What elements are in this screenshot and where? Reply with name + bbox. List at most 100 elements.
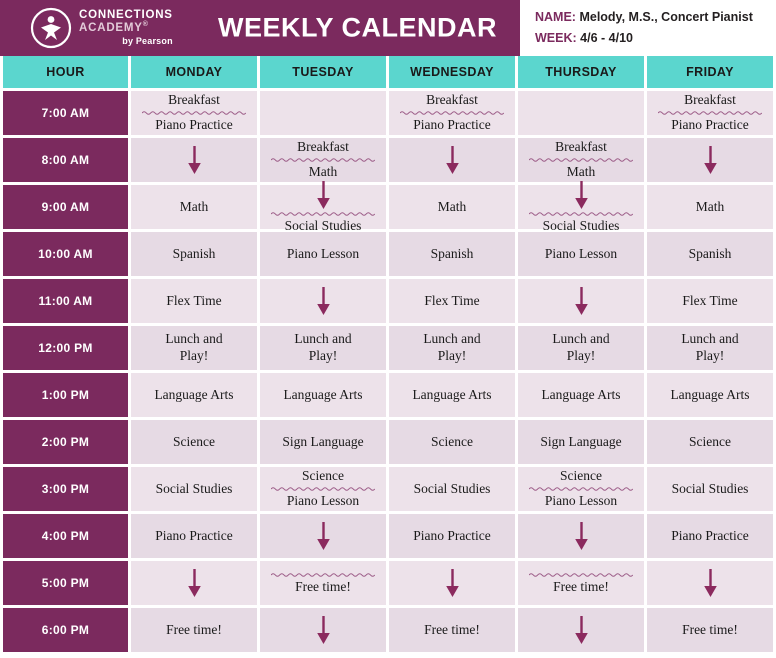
schedule-cell-friday[interactable]: Math [647, 185, 773, 229]
schedule-cell-thursday[interactable]: Science Piano Lesson [518, 467, 644, 511]
cell-content [389, 145, 515, 175]
schedule-cell-thursday[interactable] [518, 279, 644, 323]
cell-content: Spanish [131, 246, 257, 263]
schedule-cell-thursday[interactable]: Breakfast Math [518, 138, 644, 182]
registered-mark: ® [142, 21, 149, 29]
schedule-cell-tuesday[interactable]: Social Studies [260, 180, 386, 233]
schedule-cell-thursday[interactable]: Free time! [518, 561, 644, 605]
student-name-row: NAME: Melody, M.S., Concert Pianist [535, 7, 776, 28]
schedule-cell-friday[interactable]: Free time! [647, 608, 773, 652]
cell-content: Free time! [131, 622, 257, 639]
cell-content: Lunch and Play! [131, 331, 257, 365]
cell-content: Free time! [647, 622, 773, 639]
schedule-cell-monday[interactable]: Math [131, 185, 257, 229]
squiggle-divider-icon [142, 110, 246, 116]
schedule-cell-tuesday[interactable]: Lunch and Play! [260, 326, 386, 370]
cell-content: Language Arts [260, 387, 386, 404]
schedule-cell-friday[interactable]: Language Arts [647, 373, 773, 417]
schedule-cell-tuesday[interactable] [260, 279, 386, 323]
cell-text-line: Sign Language [540, 433, 622, 449]
schedule-cell-tuesday[interactable]: Science Piano Lesson [260, 467, 386, 511]
schedule-cell-tuesday[interactable] [260, 608, 386, 652]
cell-text-line: Social Studies [671, 480, 749, 496]
squiggle-divider-icon [400, 110, 504, 116]
schedule-cell-friday[interactable] [647, 138, 773, 182]
schedule-cell-friday[interactable]: Breakfast Piano Practice [647, 91, 773, 135]
schedule-cell-monday[interactable]: Spanish [131, 232, 257, 276]
schedule-cell-thursday[interactable] [518, 91, 644, 135]
schedule-cell-monday[interactable]: Lunch and Play! [131, 326, 257, 370]
cell-content [131, 568, 257, 598]
schedule-cell-friday[interactable] [647, 561, 773, 605]
schedule-cell-wednesday[interactable]: Lunch and Play! [389, 326, 515, 370]
schedule-cell-wednesday[interactable]: Breakfast Piano Practice [389, 91, 515, 135]
schedule-cell-wednesday[interactable]: Flex Time [389, 279, 515, 323]
schedule-cell-thursday[interactable]: Piano Lesson [518, 232, 644, 276]
schedule-cell-thursday[interactable] [518, 608, 644, 652]
schedule-cell-friday[interactable]: Social Studies [647, 467, 773, 511]
hour-label: 4:00 PM [3, 514, 128, 558]
cell-text-line: Piano Practice [413, 527, 491, 543]
schedule-cell-monday[interactable]: Science [131, 420, 257, 464]
schedule-cell-monday[interactable] [131, 138, 257, 182]
calendar-body: 7:00 AM Breakfast Piano Practice Breakfast P… [3, 91, 773, 652]
schedule-cell-monday[interactable]: Language Arts [131, 373, 257, 417]
cell-content: Social Studies [518, 180, 644, 235]
squiggle-divider-icon [271, 486, 375, 492]
cell-text-line: Spanish [172, 245, 216, 261]
hour-label: 11:00 AM [3, 279, 128, 323]
schedule-cell-monday[interactable]: Breakfast Piano Practice [131, 91, 257, 135]
schedule-cell-thursday[interactable]: Language Arts [518, 373, 644, 417]
schedule-cell-wednesday[interactable]: Piano Practice [389, 514, 515, 558]
schedule-cell-tuesday[interactable]: Language Arts [260, 373, 386, 417]
schedule-cell-monday[interactable]: Social Studies [131, 467, 257, 511]
schedule-cell-thursday[interactable]: Social Studies [518, 180, 644, 233]
cell-content [260, 521, 386, 551]
cell-text-line: Social Studies [155, 480, 233, 496]
schedule-cell-wednesday[interactable]: Spanish [389, 232, 515, 276]
column-header-wednesday: WEDNESDAY [389, 56, 515, 88]
schedule-cell-wednesday[interactable]: Science [389, 420, 515, 464]
schedule-cell-tuesday[interactable]: Free time! [260, 561, 386, 605]
calendar-header-row: HOUR MONDAY TUESDAY WEDNESDAY THURSDAY FRIDAY [3, 56, 773, 88]
cell-content: Science Piano Lesson [260, 468, 386, 510]
calendar-row: 1:00 PM Language Arts Language Arts Languag… [3, 373, 773, 417]
schedule-cell-monday[interactable]: Flex Time [131, 279, 257, 323]
schedule-cell-tuesday[interactable]: Breakfast Math [260, 138, 386, 182]
schedule-cell-friday[interactable]: Piano Practice [647, 514, 773, 558]
schedule-cell-tuesday[interactable] [260, 514, 386, 558]
calendar-row: 6:00 PM Free time! Free time! Free time! [3, 608, 773, 652]
schedule-cell-friday[interactable]: Science [647, 420, 773, 464]
cell-text-line: Lunch and [681, 331, 739, 347]
continuation-down-arrow-icon [703, 145, 718, 175]
schedule-cell-tuesday[interactable]: Sign Language [260, 420, 386, 464]
schedule-cell-monday[interactable] [131, 561, 257, 605]
schedule-cell-wednesday[interactable]: Language Arts [389, 373, 515, 417]
schedule-cell-wednesday[interactable]: Math [389, 185, 515, 229]
schedule-cell-friday[interactable]: Spanish [647, 232, 773, 276]
cell-content [647, 145, 773, 175]
schedule-cell-thursday[interactable]: Sign Language [518, 420, 644, 464]
weekly-calendar-page: CONNECTIONS ACADEMY® by Pearson WEEKLY C… [0, 0, 776, 658]
schedule-cell-wednesday[interactable] [389, 561, 515, 605]
schedule-cell-friday[interactable]: Flex Time [647, 279, 773, 323]
cell-text-line: Breakfast [684, 92, 736, 108]
calendar-row: 3:00 PM Social Studies Science Piano Lesson… [3, 467, 773, 511]
cell-text-line: Play! [566, 348, 596, 363]
schedule-cell-monday[interactable]: Piano Practice [131, 514, 257, 558]
schedule-cell-wednesday[interactable]: Social Studies [389, 467, 515, 511]
schedule-cell-tuesday[interactable]: Piano Lesson [260, 232, 386, 276]
schedule-cell-thursday[interactable]: Lunch and Play! [518, 326, 644, 370]
schedule-cell-thursday[interactable] [518, 514, 644, 558]
schedule-cell-wednesday[interactable] [389, 138, 515, 182]
schedule-cell-tuesday[interactable] [260, 91, 386, 135]
logo-line-connections: CONNECTIONS [79, 8, 173, 21]
schedule-cell-friday[interactable]: Lunch and Play! [647, 326, 773, 370]
schedule-cell-monday[interactable]: Free time! [131, 608, 257, 652]
cell-content: Lunch and Play! [518, 331, 644, 365]
logo-wordmark: CONNECTIONS ACADEMY® by Pearson [79, 8, 173, 47]
week-label: WEEK: [535, 31, 577, 45]
schedule-cell-wednesday[interactable]: Free time! [389, 608, 515, 652]
continuation-down-arrow-icon [574, 180, 589, 210]
hour-label: 6:00 PM [3, 608, 128, 652]
